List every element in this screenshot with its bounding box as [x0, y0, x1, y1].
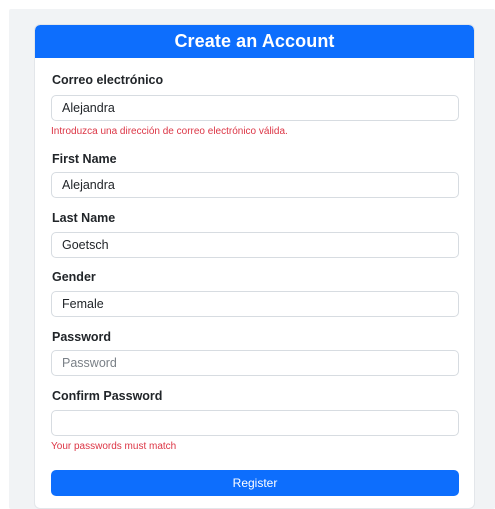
- card-header: Create an Account: [35, 25, 474, 58]
- gender-label: Gender: [52, 270, 96, 284]
- register-button[interactable]: Register: [51, 470, 459, 496]
- gender-field[interactable]: [51, 291, 459, 317]
- last-name-label: Last Name: [52, 211, 116, 225]
- first-name-label: First Name: [52, 152, 117, 166]
- email-field[interactable]: [51, 95, 459, 121]
- last-name-field[interactable]: [51, 232, 459, 258]
- first-name-field[interactable]: [51, 172, 459, 198]
- registration-card: Create an Account Correo electrónico Int…: [34, 24, 475, 509]
- email-label: Correo electrónico: [52, 73, 164, 87]
- confirm-password-label: Confirm Password: [52, 389, 163, 403]
- confirm-password-error: Your passwords must match: [51, 441, 177, 452]
- confirm-password-field[interactable]: [51, 410, 459, 436]
- form-title: Create an Account: [174, 31, 335, 51]
- email-error: Introduzca una dirección de correo elect…: [51, 126, 288, 137]
- password-label: Password: [52, 330, 112, 344]
- password-field[interactable]: [51, 350, 459, 376]
